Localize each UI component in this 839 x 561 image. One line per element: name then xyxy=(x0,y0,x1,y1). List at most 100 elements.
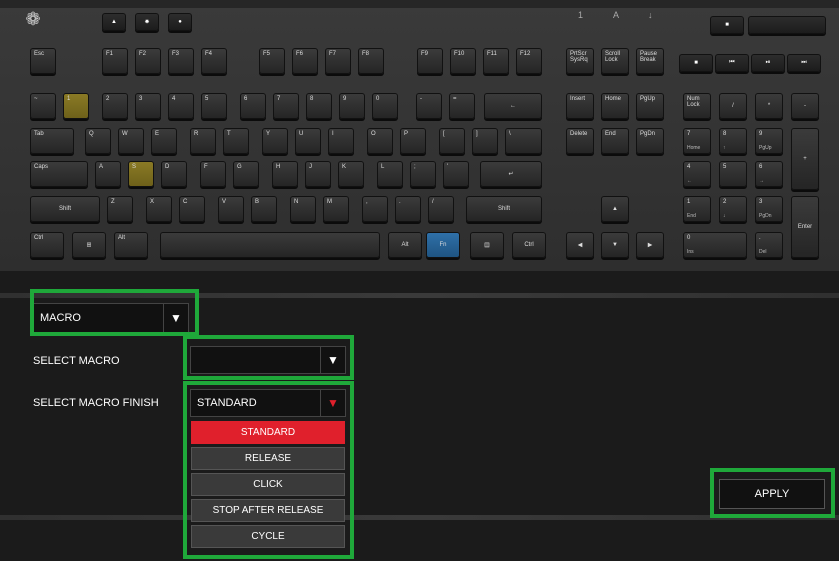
key-g[interactable]: G xyxy=(233,161,259,187)
key-windows-icon[interactable]: ⊞ xyxy=(72,232,106,258)
key-y[interactable]: Y xyxy=(262,128,288,154)
key-ralt[interactable]: Alt xyxy=(388,232,422,258)
key-f10[interactable]: F10 xyxy=(450,48,476,74)
key-scroll-lock[interactable]: Scroll Lock xyxy=(601,48,629,74)
key-num-1[interactable]: 1 End xyxy=(683,196,711,222)
key-period[interactable]: . xyxy=(395,196,421,222)
key-enter[interactable]: ↵ xyxy=(480,161,542,187)
key-num-dot[interactable]: . Del xyxy=(755,232,783,258)
key-lshift[interactable]: Shift xyxy=(30,196,100,222)
finish-option-cycle[interactable]: CYCLE xyxy=(191,525,345,548)
select-macro-dropdown[interactable]: ▼ xyxy=(190,346,346,374)
key-c[interactable]: C xyxy=(179,196,205,222)
media-stop-icon[interactable]: ■ xyxy=(679,54,713,72)
key-f11[interactable]: F11 xyxy=(483,48,509,74)
key-l[interactable]: L xyxy=(377,161,403,187)
key-i[interactable]: I xyxy=(328,128,354,154)
key-q[interactable]: Q xyxy=(85,128,111,154)
key-j[interactable]: J xyxy=(305,161,331,187)
key-num-2[interactable]: 2 ↓ xyxy=(719,196,747,222)
key-f6[interactable]: F6 xyxy=(292,48,318,74)
key-v[interactable]: V xyxy=(218,196,244,222)
key-lctrl[interactable]: Ctrl xyxy=(30,232,64,258)
select-macro-finish-dropdown[interactable]: STANDARD ▼ xyxy=(190,389,346,417)
media-key-lock-icon[interactable]: ● xyxy=(168,13,192,31)
mute-key-icon[interactable]: ■ xyxy=(710,16,744,34)
media-prev-icon[interactable]: ⏮ xyxy=(715,54,749,72)
key-f12[interactable]: F12 xyxy=(516,48,542,74)
key-rshift[interactable]: Shift xyxy=(466,196,542,222)
key-num-plus[interactable]: + xyxy=(791,128,819,190)
key-u[interactable]: U xyxy=(295,128,321,154)
chevron-down-icon[interactable]: ▼ xyxy=(320,347,345,373)
key-9[interactable]: 9 xyxy=(339,93,365,119)
key-arrow-up[interactable]: ▲ xyxy=(601,196,629,222)
key-end[interactable]: End xyxy=(601,128,629,154)
volume-wheel[interactable] xyxy=(748,16,826,34)
key-lalt[interactable]: Alt xyxy=(114,232,148,258)
key-num-8[interactable]: 8 ↑ xyxy=(719,128,747,154)
media-key-game-icon[interactable]: ▲ xyxy=(102,13,126,31)
key-quote[interactable]: ' xyxy=(443,161,469,187)
key-b[interactable]: B xyxy=(251,196,277,222)
key-num-3[interactable]: 3 PgDn xyxy=(755,196,783,222)
key-numlock[interactable]: Num Lock xyxy=(683,93,711,119)
media-play-icon[interactable]: ⏯ xyxy=(751,54,785,72)
key-s-macro[interactable]: S xyxy=(128,161,154,187)
apply-button[interactable]: APPLY xyxy=(719,479,825,509)
key-1-macro[interactable]: 1 xyxy=(63,93,89,119)
key-w[interactable]: W xyxy=(118,128,144,154)
key-pgup[interactable]: PgUp xyxy=(636,93,664,119)
key-equals[interactable]: = xyxy=(449,93,475,119)
key-num-9[interactable]: 9 PgUp xyxy=(755,128,783,154)
key-e[interactable]: E xyxy=(151,128,177,154)
key-insert[interactable]: Insert xyxy=(566,93,594,119)
key-semicolon[interactable]: ; xyxy=(410,161,436,187)
key-space[interactable] xyxy=(160,232,380,258)
key-f9[interactable]: F9 xyxy=(417,48,443,74)
key-f3[interactable]: F3 xyxy=(168,48,194,74)
key-f7[interactable]: F7 xyxy=(325,48,351,74)
finish-option-release[interactable]: RELEASE xyxy=(191,447,345,470)
key-backslash[interactable]: \ xyxy=(505,128,542,154)
key-7[interactable]: 7 xyxy=(273,93,299,119)
key-f[interactable]: F xyxy=(200,161,226,187)
key-0[interactable]: 0 xyxy=(372,93,398,119)
key-num-enter[interactable]: Enter xyxy=(791,196,819,258)
key-pgdn[interactable]: PgDn xyxy=(636,128,664,154)
finish-option-standard[interactable]: STANDARD xyxy=(191,421,345,444)
key-caps[interactable]: Caps xyxy=(30,161,88,187)
key-slash[interactable]: / xyxy=(428,196,454,222)
key-fn[interactable]: Fn xyxy=(426,232,460,258)
key-6[interactable]: 6 xyxy=(240,93,266,119)
key-f4[interactable]: F4 xyxy=(201,48,227,74)
key-num-star[interactable]: * xyxy=(755,93,783,119)
finish-option-stop-after-release[interactable]: STOP AFTER RELEASE xyxy=(191,499,345,522)
finish-option-click[interactable]: CLICK xyxy=(191,473,345,496)
key-backspace[interactable]: ← xyxy=(484,93,542,119)
key-num-minus[interactable]: - xyxy=(791,93,819,119)
mode-dropdown[interactable]: MACRO ▼ xyxy=(33,303,189,333)
key-d[interactable]: D xyxy=(161,161,187,187)
key-8[interactable]: 8 xyxy=(306,93,332,119)
key-4[interactable]: 4 xyxy=(168,93,194,119)
key-f2[interactable]: F2 xyxy=(135,48,161,74)
chevron-down-icon[interactable]: ▼ xyxy=(163,304,188,332)
key-m[interactable]: M xyxy=(323,196,349,222)
key-f1[interactable]: F1 xyxy=(102,48,128,74)
key-t[interactable]: T xyxy=(223,128,249,154)
key-h[interactable]: H xyxy=(272,161,298,187)
key-num-6[interactable]: 6 → xyxy=(755,161,783,187)
key-num-4[interactable]: 4 ← xyxy=(683,161,711,187)
key-delete[interactable]: Delete xyxy=(566,128,594,154)
media-key-light-icon[interactable]: ✸ xyxy=(135,13,159,31)
key-tab[interactable]: Tab xyxy=(30,128,74,154)
key-minus[interactable]: - xyxy=(416,93,442,119)
key-rbracket[interactable]: ] xyxy=(472,128,498,154)
key-3[interactable]: 3 xyxy=(135,93,161,119)
key-f5[interactable]: F5 xyxy=(259,48,285,74)
key-2[interactable]: 2 xyxy=(102,93,128,119)
key-p[interactable]: P xyxy=(400,128,426,154)
key-arrow-down[interactable]: ▼ xyxy=(601,232,629,258)
key-n[interactable]: N xyxy=(290,196,316,222)
